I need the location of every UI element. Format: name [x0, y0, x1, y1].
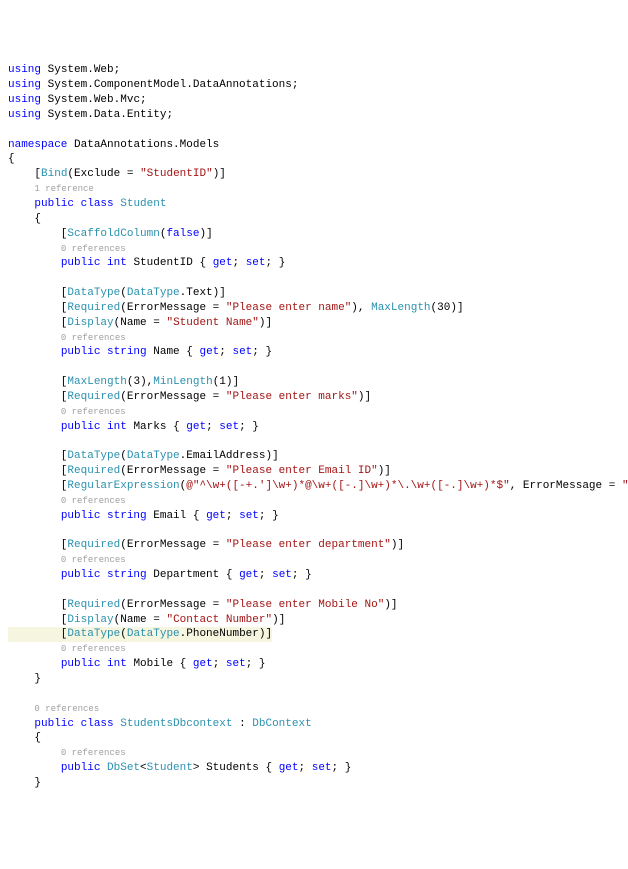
codelens[interactable]: 0 references [8, 406, 126, 418]
codelens[interactable]: 1 reference [8, 183, 94, 195]
codelens[interactable]: 0 references [8, 243, 126, 255]
code-editor[interactable]: using System.Web; using System.Component… [8, 63, 620, 790]
brace: } [8, 673, 41, 685]
attr: [Display(Name = "Student Name")] [8, 317, 272, 329]
brace: { [8, 732, 41, 744]
prop: public string Name { get; set; } [8, 346, 272, 358]
codelens[interactable]: 0 references [8, 747, 126, 759]
attr: [Required(ErrorMessage = "Please enter n… [8, 302, 464, 314]
line: using System.Web.Mvc; [8, 94, 147, 106]
class-decl: public class StudentsDbcontext : DbConte… [8, 718, 312, 730]
attr-current-line: [DataType(DataType.PhoneNumber)] [8, 628, 272, 640]
codelens[interactable]: 0 references [8, 554, 126, 566]
prop: public string Email { get; set; } [8, 510, 279, 522]
attr: [DataType(DataType.Text)] [8, 287, 226, 299]
line: using System.Web; [8, 64, 120, 76]
brace: } [8, 777, 41, 789]
attr: [ScaffoldColumn(false)] [8, 228, 213, 240]
prop: public string Department { get; set; } [8, 569, 312, 581]
attr-bind: [Bind(Exclude = "StudentID")] [8, 168, 226, 180]
line: namespace DataAnnotations.Models [8, 139, 219, 151]
attr: [MaxLength(3),MinLength(1)] [8, 376, 239, 388]
codelens[interactable]: 0 references [8, 643, 126, 655]
attr: [RegularExpression(@"^\w+([-+.']\w+)*@\w… [8, 480, 628, 492]
brace: { [8, 153, 15, 165]
line: using System.ComponentModel.DataAnnotati… [8, 79, 298, 91]
prop: public int StudentID { get; set; } [8, 257, 285, 269]
prop: public int Mobile { get; set; } [8, 658, 266, 670]
attr: [Required(ErrorMessage = "Please enter d… [8, 539, 404, 551]
attr: [Required(ErrorMessage = "Please enter m… [8, 391, 371, 403]
brace: { [8, 213, 41, 225]
prop: public DbSet<Student> Students { get; se… [8, 762, 351, 774]
codelens[interactable]: 0 references [8, 332, 126, 344]
class-decl: public class Student [8, 198, 166, 210]
prop: public int Marks { get; set; } [8, 421, 259, 433]
attr: [Required(ErrorMessage = "Please enter E… [8, 465, 391, 477]
attr: [Display(Name = "Contact Number")] [8, 614, 285, 626]
codelens[interactable]: 0 references [8, 495, 126, 507]
codelens[interactable]: 0 references [8, 703, 99, 715]
attr: [Required(ErrorMessage = "Please enter M… [8, 599, 398, 611]
line: using System.Data.Entity; [8, 109, 173, 121]
attr: [DataType(DataType.EmailAddress)] [8, 450, 279, 462]
